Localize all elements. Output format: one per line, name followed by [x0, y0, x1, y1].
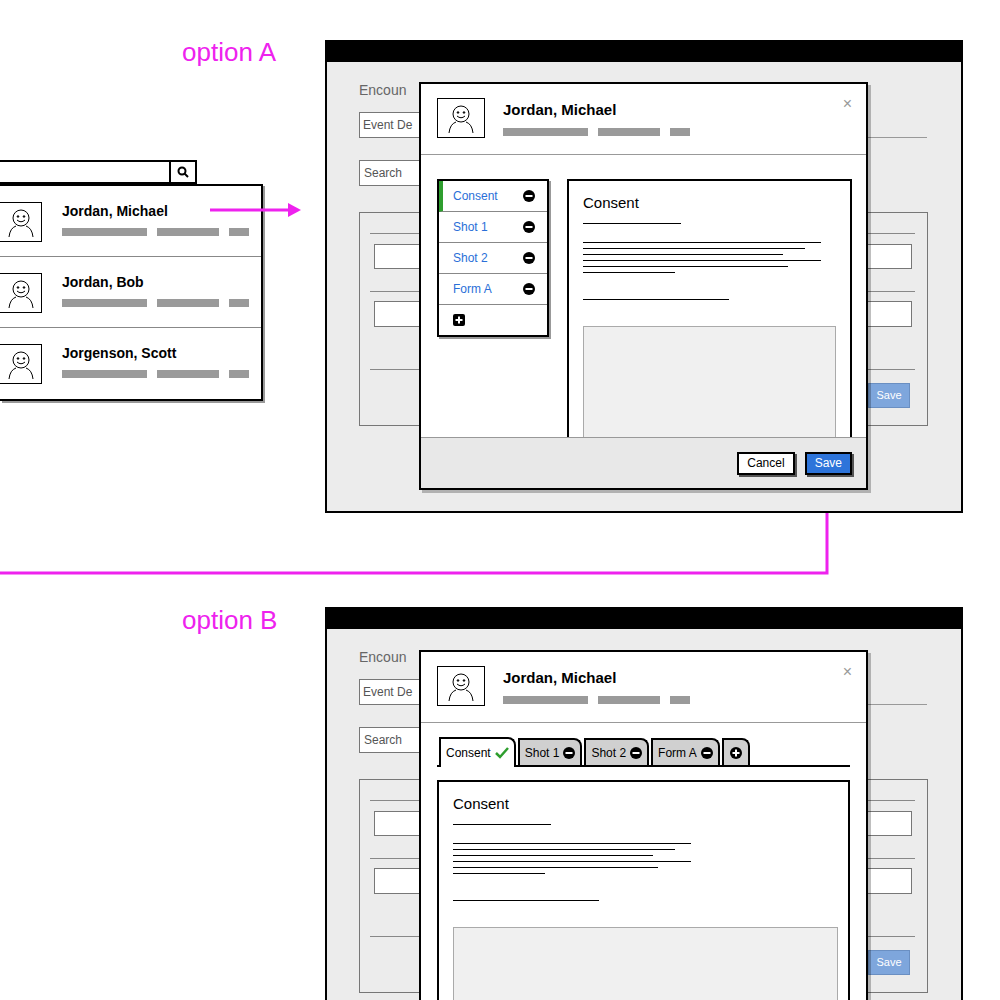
patient-name: Jorgenson, Scott: [62, 344, 249, 362]
title-bar: [327, 609, 961, 629]
text-area[interactable]: [453, 927, 838, 1000]
patient-name: Jordan, Michael: [62, 202, 249, 220]
modal-footer: Cancel Save: [421, 437, 866, 488]
patient-modal: Jordan, Michael×ConsentShot 1Shot 2Form …: [419, 650, 868, 1000]
patient-name: Jordan, Michael: [503, 100, 690, 120]
section-tab[interactable]: Shot 1: [518, 738, 583, 765]
content-title: Consent: [583, 193, 836, 213]
detail-bars: [503, 128, 690, 136]
remove-icon[interactable]: [630, 747, 642, 759]
detail-bars: [62, 299, 249, 307]
avatar-icon: [0, 273, 42, 313]
cancel-button[interactable]: Cancel: [737, 452, 794, 475]
detail-bars: [62, 228, 249, 236]
tab-bar: ConsentShot 1Shot 2Form A: [437, 737, 850, 767]
detail-bars: [62, 370, 249, 378]
app-window: EncounEvent DeSearchSaveJordan, Michael×…: [325, 607, 963, 1000]
patient-name: Jordan, Bob: [62, 273, 249, 291]
option-label: option B: [182, 604, 277, 636]
save-button[interactable]: Save: [868, 383, 910, 408]
content-panel: Consent: [437, 780, 850, 1000]
section-tab[interactable]: Shot 2: [584, 738, 649, 765]
avatar-icon: [437, 666, 485, 706]
patient-modal: Jordan, Michael×ConsentShot 1Shot 2Form …: [419, 82, 868, 490]
patient-row[interactable]: Jorgenson, Scott: [0, 328, 261, 399]
avatar-icon: [0, 202, 42, 242]
page-title: Encoun: [359, 80, 406, 101]
section-nav: ConsentShot 1Shot 2Form A: [437, 179, 549, 337]
section-item[interactable]: Consent: [439, 181, 547, 212]
patient-row[interactable]: Jordan, Michael: [0, 186, 261, 257]
search-bar[interactable]: [0, 160, 197, 184]
check-icon: [495, 747, 509, 759]
remove-icon[interactable]: [523, 283, 535, 295]
title-bar: [327, 42, 961, 62]
remove-icon[interactable]: [523, 252, 535, 264]
option-label: option A: [182, 36, 276, 68]
modal-header: Jordan, Michael ×: [421, 84, 866, 155]
text-area[interactable]: [583, 326, 836, 437]
section-tab[interactable]: Consent: [439, 737, 516, 767]
section-item[interactable]: Form A: [439, 274, 547, 305]
patient-row[interactable]: Jordan, Bob: [0, 257, 261, 328]
close-button[interactable]: ×: [843, 94, 852, 114]
remove-icon[interactable]: [523, 221, 535, 233]
section-item[interactable]: Shot 1: [439, 212, 547, 243]
add-icon[interactable]: [730, 747, 742, 759]
section-tab[interactable]: Form A: [651, 738, 720, 765]
content-panel: Consent: [567, 179, 852, 437]
detail-bars: [503, 696, 690, 704]
save-button[interactable]: Save: [805, 452, 852, 475]
modal-header: Jordan, Michael ×: [421, 652, 866, 723]
page-title: Encoun: [359, 647, 406, 668]
app-window: EncounEvent DeSearchSaveJordan, Michael×…: [325, 40, 963, 513]
save-button[interactable]: Save: [868, 950, 910, 975]
remove-icon[interactable]: [523, 190, 535, 202]
close-button[interactable]: ×: [843, 662, 852, 682]
avatar-icon: [0, 344, 42, 384]
patient-name: Jordan, Michael: [503, 668, 690, 688]
add-icon[interactable]: [453, 314, 465, 326]
remove-icon[interactable]: [563, 747, 575, 759]
section-item[interactable]: Shot 2: [439, 243, 547, 274]
search-list: Jordan, Michael Jordan, Bob Jorgenson, Sco…: [0, 160, 263, 401]
avatar-icon: [437, 98, 485, 138]
content-title: Consent: [453, 794, 834, 814]
remove-icon[interactable]: [701, 747, 713, 759]
search-icon[interactable]: [169, 162, 195, 182]
